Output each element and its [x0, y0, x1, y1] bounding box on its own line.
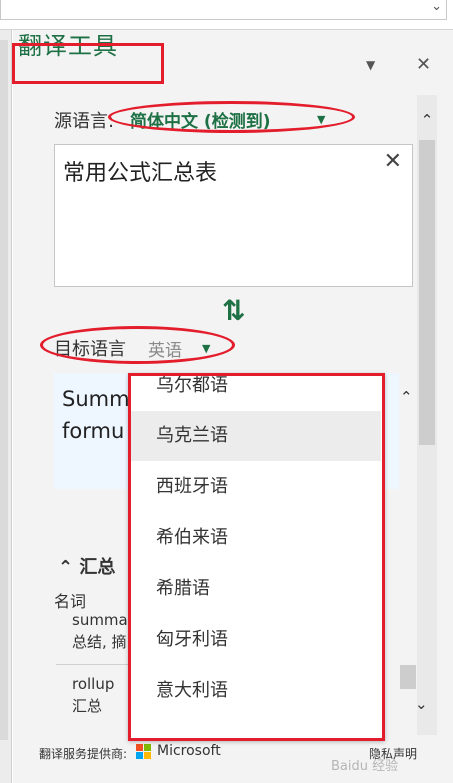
close-icon[interactable]: ✕	[384, 149, 402, 174]
footer: 翻译服务提供商: Microsoft Baidu 经验 隐私声明	[13, 735, 453, 783]
scrollbar-thumb[interactable]	[400, 665, 416, 689]
top-dropdown[interactable]: ⌄	[0, 0, 447, 20]
privacy-link[interactable]: 隐私声明	[369, 745, 417, 762]
swap-arrows-icon[interactable]: ⇅	[222, 294, 245, 327]
left-scrollbar[interactable]	[0, 40, 8, 740]
source-text-area[interactable]: 常用公式汇总表 ✕	[54, 144, 413, 287]
close-icon[interactable]: ✕	[416, 54, 431, 75]
chevron-up-icon[interactable]: ⌃	[417, 111, 437, 129]
highlight-box-title	[12, 43, 164, 84]
source-text[interactable]: 常用公式汇总表	[63, 155, 217, 187]
dictionary-entry: summa 总结, 摘	[72, 609, 128, 653]
provider-label: 翻译服务提供商:	[39, 747, 128, 761]
chevron-up-icon[interactable]: ⌃	[400, 388, 413, 406]
highlight-oval-target	[40, 326, 235, 364]
pane-scrollbar[interactable]: ⌃	[417, 95, 437, 745]
details-section-header[interactable]: ⌃ 汇总	[58, 553, 115, 579]
entry-translation: 总结, 摘	[72, 633, 127, 651]
details-section-title: 汇总	[79, 557, 116, 578]
chevron-up-icon[interactable]: ⌃	[58, 557, 73, 578]
highlight-oval-source	[108, 101, 355, 133]
entry-translation: 汇总	[72, 697, 103, 715]
entry-word: summa	[72, 611, 128, 629]
source-language-label: 源语言:	[54, 111, 115, 132]
entry-word: rollup	[72, 675, 115, 693]
chevron-down-icon[interactable]: ⌄	[431, 0, 442, 14]
dictionary-entry: rollup 汇总	[72, 673, 114, 717]
chevron-down-icon[interactable]: ⌄	[415, 695, 428, 713]
highlight-box-dropdown	[128, 373, 385, 741]
scrollbar-thumb[interactable]	[419, 140, 435, 445]
left-panel	[0, 30, 12, 783]
microsoft-logo-icon	[136, 744, 152, 760]
caret-down-icon[interactable]: ▼	[366, 58, 375, 72]
provider-name: Microsoft	[157, 743, 221, 759]
